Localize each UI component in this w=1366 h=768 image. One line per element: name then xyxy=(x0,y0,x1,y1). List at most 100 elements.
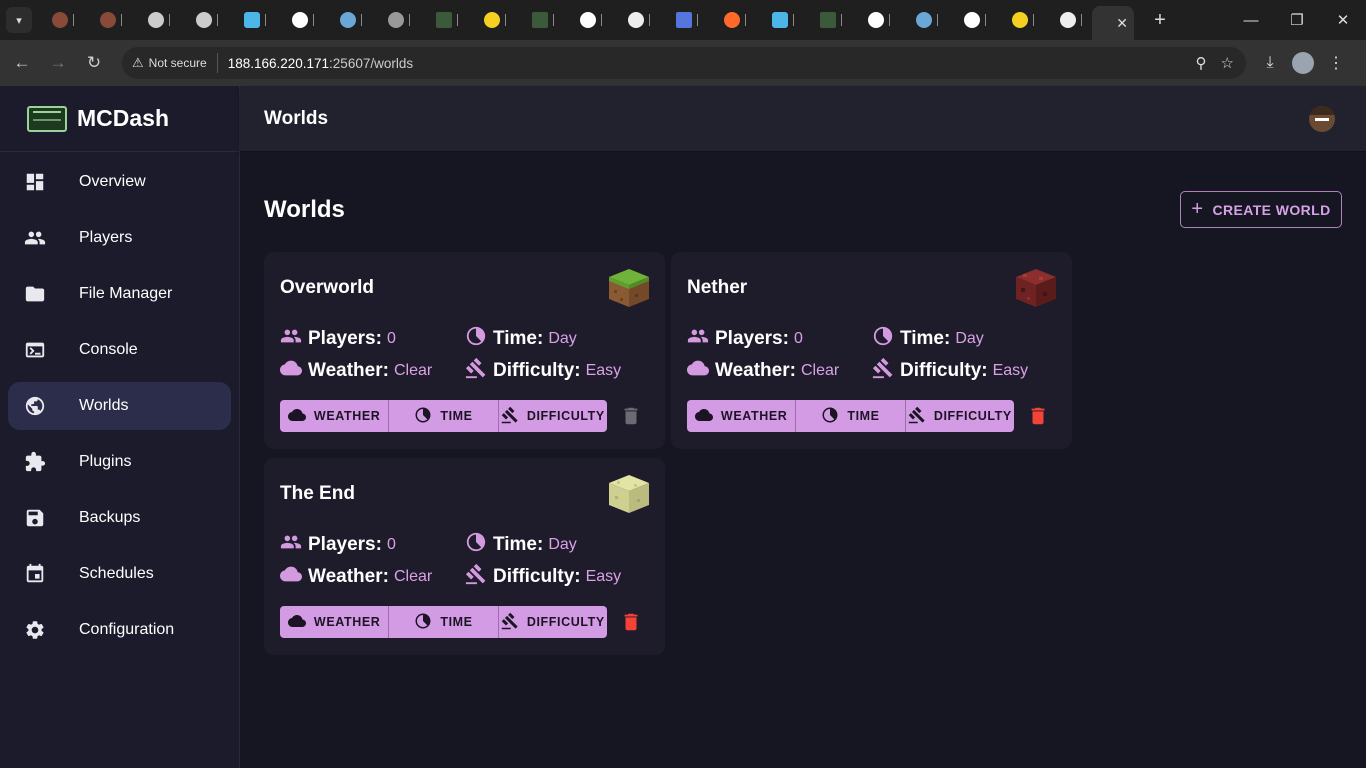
cloud-icon xyxy=(287,612,306,633)
sidebar-item-label: Players xyxy=(79,229,133,246)
delete-world-button[interactable] xyxy=(1027,404,1049,428)
browser-tab[interactable] xyxy=(900,0,948,40)
save-icon xyxy=(8,507,62,529)
active-browser-tab[interactable]: ✕ xyxy=(1092,6,1134,40)
sidebar-item-schedules[interactable]: Schedules xyxy=(8,550,231,598)
back-icon[interactable]: ← xyxy=(4,45,40,81)
browser-menu-icon[interactable]: ⋮ xyxy=(1322,49,1350,77)
difficulty-button[interactable]: DIFFICULTY xyxy=(906,400,1014,432)
browser-tab[interactable] xyxy=(564,0,612,40)
restore-icon[interactable]: ❐ xyxy=(1274,0,1320,40)
delete-world-button[interactable] xyxy=(620,404,642,428)
players-value: 0 xyxy=(793,330,803,347)
tab-favicon-icon xyxy=(484,12,500,28)
browser-tab[interactable] xyxy=(660,0,708,40)
warning-icon: ⚠ xyxy=(132,55,144,70)
page-title: Worlds xyxy=(264,107,329,129)
sidebar-item-console[interactable]: Console xyxy=(8,326,231,374)
sidebar-item-players[interactable]: Players xyxy=(8,214,231,262)
reload-icon[interactable]: ↻ xyxy=(76,45,112,81)
browser-tab[interactable] xyxy=(708,0,756,40)
browser-tab[interactable] xyxy=(468,0,516,40)
sidebar-item-configuration[interactable]: Configuration xyxy=(8,606,231,654)
people-icon xyxy=(687,325,715,353)
security-indicator[interactable]: ⚠ Not secure xyxy=(132,53,218,73)
browser-tab[interactable] xyxy=(36,0,84,40)
sidebar-item-file-manager[interactable]: File Manager xyxy=(8,270,231,318)
create-world-button[interactable]: + CREATE WORLD xyxy=(1180,191,1342,228)
players-label: Players: xyxy=(308,328,382,349)
tab-favicon-icon xyxy=(436,12,452,28)
browser-tab[interactable] xyxy=(948,0,996,40)
browser-tab[interactable] xyxy=(84,0,132,40)
bookmark-star-icon[interactable]: ☆ xyxy=(1221,54,1234,72)
tab-favicon-icon xyxy=(100,12,116,28)
weather-button[interactable]: WEATHER xyxy=(687,400,797,432)
difficulty-label: Difficulty: xyxy=(493,360,581,381)
world-actions: WEATHER TIME DIFFICULTY xyxy=(687,400,1014,432)
tab-search-button[interactable]: ▾ xyxy=(6,7,32,33)
browser-tab[interactable] xyxy=(132,0,180,40)
difficulty-button[interactable]: DIFFICULTY xyxy=(499,606,607,638)
browser-tab-strip: ▾ ✕ + — ❐ ✕ xyxy=(0,0,1366,40)
browser-tab[interactable] xyxy=(852,0,900,40)
minimize-icon[interactable]: — xyxy=(1228,0,1274,40)
browser-tab[interactable] xyxy=(228,0,276,40)
weather-button[interactable]: WEATHER xyxy=(280,400,390,432)
new-tab-button[interactable]: + xyxy=(1146,6,1174,34)
calendar-icon xyxy=(8,563,62,585)
people-icon xyxy=(280,531,308,559)
browser-tab[interactable] xyxy=(324,0,372,40)
tab-favicon-icon xyxy=(964,12,980,28)
browser-tab[interactable] xyxy=(276,0,324,40)
delete-world-button[interactable] xyxy=(620,610,642,634)
world-name: Overworld xyxy=(280,277,374,298)
browser-tab[interactable] xyxy=(420,0,468,40)
browser-tab[interactable] xyxy=(756,0,804,40)
sidebar-nav: Overview Players File Manager Console Wo… xyxy=(0,152,239,654)
forward-icon[interactable]: → xyxy=(40,45,76,81)
time-button[interactable]: TIME xyxy=(389,400,499,432)
url-text[interactable]: 188.166.220.171:25607/worlds xyxy=(228,56,413,71)
sidebar-item-label: Console xyxy=(79,341,138,358)
sidebar-item-label: Backups xyxy=(79,509,141,526)
difficulty-label: Difficulty: xyxy=(493,566,581,587)
password-key-icon[interactable]: ⚲ xyxy=(1196,54,1207,72)
weather-button-label: WEATHER xyxy=(313,615,381,629)
browser-tab[interactable] xyxy=(1044,0,1092,40)
browser-tab[interactable] xyxy=(612,0,660,40)
address-bar[interactable]: ⚠ Not secure 188.166.220.171:25607/world… xyxy=(122,47,1246,79)
browser-tab[interactable] xyxy=(804,0,852,40)
difficulty-value: Easy xyxy=(992,362,1029,379)
browser-tab[interactable] xyxy=(996,0,1044,40)
sidebar-item-label: Configuration xyxy=(79,621,175,638)
time-button[interactable]: TIME xyxy=(796,400,906,432)
sidebar-item-backups[interactable]: Backups xyxy=(8,494,231,542)
sidebar: MCDash Overview Players File Manager Con… xyxy=(0,86,240,768)
sidebar-item-plugins[interactable]: Plugins xyxy=(8,438,231,486)
weather-value: Clear xyxy=(800,362,840,379)
download-icon[interactable]: ⤓ xyxy=(1256,49,1284,77)
sidebar-item-worlds[interactable]: Worlds xyxy=(8,382,231,430)
difficulty-stat: Difficulty: Easy xyxy=(872,357,1028,385)
difficulty-button-label: DIFFICULTY xyxy=(526,409,605,423)
difficulty-button[interactable]: DIFFICULTY xyxy=(499,400,607,432)
close-tab-icon[interactable]: ✕ xyxy=(1116,15,1128,32)
weather-button[interactable]: WEATHER xyxy=(280,606,390,638)
profile-avatar-icon[interactable] xyxy=(1292,52,1314,74)
avatar[interactable] xyxy=(1309,105,1335,132)
tab-favicon-icon xyxy=(1060,12,1076,28)
time-button[interactable]: TIME xyxy=(389,606,499,638)
create-world-label: CREATE WORLD xyxy=(1212,201,1331,218)
folder-icon xyxy=(8,283,62,305)
browser-tab[interactable] xyxy=(516,0,564,40)
weather-value: Clear xyxy=(393,362,433,379)
browser-tab[interactable] xyxy=(372,0,420,40)
window-close-icon[interactable]: ✕ xyxy=(1320,0,1366,40)
weather-button-label: WEATHER xyxy=(313,409,381,423)
sidebar-item-overview[interactable]: Overview xyxy=(8,158,231,206)
tab-favicon-icon xyxy=(820,12,836,28)
time-icon xyxy=(872,325,900,353)
weather-stat: Weather: Clear xyxy=(280,357,432,385)
browser-tab[interactable] xyxy=(180,0,228,40)
